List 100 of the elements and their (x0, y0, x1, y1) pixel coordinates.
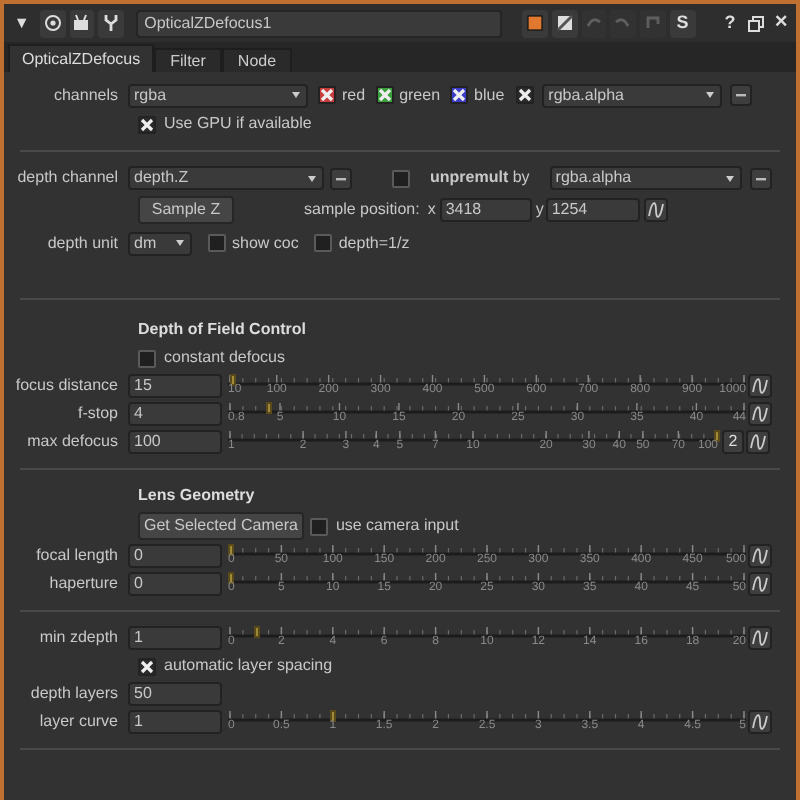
checkbox-label: red (342, 83, 366, 107)
field-label: depth channel (15, 166, 120, 190)
channel-dropdown[interactable]: rgba.alpha (542, 83, 723, 107)
animation-button[interactable] (643, 198, 668, 222)
checkbox[interactable] (450, 86, 469, 104)
channel-dropdown[interactable]: rgba.alpha (549, 166, 742, 190)
slider-handle[interactable] (266, 402, 273, 414)
cross-icon (377, 88, 392, 102)
number-field[interactable]: 0 (128, 572, 222, 596)
animation-button[interactable] (748, 544, 772, 568)
color-picker-button[interactable] (551, 9, 578, 37)
color-picker-icon (555, 14, 574, 32)
slider-handle[interactable] (228, 544, 234, 556)
number-field[interactable]: 15 (128, 374, 222, 398)
monitor-button[interactable] (69, 9, 95, 37)
field-label: focus distance (13, 374, 120, 398)
checkbox[interactable] (516, 86, 535, 104)
cross-icon (320, 88, 334, 102)
camera-button[interactable]: Get Selected Camera (138, 512, 304, 540)
sample-button[interactable]: Sample Z (138, 196, 234, 224)
field-label: x (427, 198, 436, 222)
animation-button[interactable] (746, 430, 770, 454)
checkbox[interactable] (314, 234, 333, 252)
link-button[interactable] (730, 84, 753, 106)
slider-handle[interactable] (330, 710, 337, 722)
number-field[interactable]: 3418 (439, 198, 532, 222)
collapse-toggle[interactable]: ▼ (8, 9, 36, 37)
animation-button[interactable] (748, 572, 772, 596)
close-button[interactable]: × (770, 9, 792, 37)
checkbox-label: blue (474, 83, 505, 107)
checkbox[interactable] (375, 86, 394, 104)
cross-icon (452, 88, 467, 102)
curve-icon (752, 630, 768, 646)
animation-button[interactable] (748, 710, 772, 734)
number-field[interactable]: 4 (128, 402, 222, 426)
caret-icon (308, 175, 316, 181)
checkbox-label: use camera input (335, 514, 459, 538)
animation-button[interactable] (748, 374, 772, 398)
view-count-field[interactable]: 2 (722, 430, 744, 454)
animation-button[interactable] (748, 402, 772, 426)
checkbox[interactable] (392, 169, 410, 187)
curve-icon (647, 202, 664, 218)
help-button[interactable]: ? (719, 9, 741, 37)
caret-icon (706, 92, 715, 98)
checkbox[interactable] (138, 115, 156, 133)
field-label: depth layers (28, 682, 120, 706)
tab[interactable]: Node (221, 48, 293, 72)
number-field[interactable]: 1 (128, 710, 222, 734)
field-label: f-stop (75, 402, 120, 426)
field-label: depth unit (45, 231, 120, 255)
revert-icon (644, 14, 663, 32)
checkbox[interactable] (208, 234, 226, 252)
field-label: layer curve (37, 710, 120, 734)
cross-icon (140, 117, 154, 131)
unit-dropdown[interactable]: dm (128, 231, 192, 255)
tab[interactable]: OpticalZDefocus (8, 44, 155, 72)
checkbox-label: constant defocus (164, 346, 285, 370)
monitor-icon (72, 14, 91, 32)
slider-handle[interactable] (714, 430, 720, 442)
number-field[interactable]: 50 (128, 682, 222, 706)
checkbox[interactable] (138, 657, 156, 675)
channels-dropdown[interactable]: rgba (128, 83, 308, 107)
checkbox-label: depth=1/z (338, 231, 410, 255)
caret-icon (725, 175, 734, 181)
field-label: min zdepth (37, 626, 120, 650)
caret-icon (176, 240, 184, 246)
redo-icon (614, 14, 633, 32)
viewer-button[interactable] (39, 9, 66, 37)
number-field[interactable]: 0 (128, 544, 222, 568)
tab[interactable]: Filter (154, 48, 222, 72)
dash-icon (755, 175, 766, 181)
checkbox[interactable] (309, 517, 328, 535)
checkbox-label: unpremult by (430, 166, 530, 190)
link-button[interactable] (749, 167, 772, 189)
undo-icon (584, 14, 603, 32)
s-button[interactable]: S (669, 9, 696, 37)
tile-color-icon (525, 14, 544, 32)
checkbox-label: green (399, 83, 441, 107)
slider-handle[interactable] (230, 374, 237, 386)
number-field[interactable]: 100 (128, 430, 222, 454)
animation-button[interactable] (748, 626, 772, 650)
link-button[interactable] (330, 167, 352, 189)
checkbox-label: show coc (232, 231, 299, 255)
checkbox-label: automatic layer spacing (164, 654, 333, 678)
checkbox[interactable] (138, 349, 156, 367)
slider-handle[interactable] (228, 572, 234, 584)
number-field[interactable]: 1254 (545, 198, 640, 222)
section-heading: Depth of Field Control (138, 318, 306, 342)
section-heading: Lens Geometry (138, 484, 255, 508)
dash-icon (736, 92, 747, 98)
node-name-field[interactable]: OpticalZDefocus1 (136, 9, 503, 37)
channel-dropdown[interactable]: depth.Z (128, 166, 324, 190)
tile-color-button[interactable] (522, 9, 548, 37)
field-label: focal length (34, 544, 120, 568)
slider-handle[interactable] (253, 626, 260, 638)
field-label: channels (51, 83, 120, 107)
number-field[interactable]: 1 (128, 626, 222, 650)
checkbox[interactable] (318, 86, 336, 104)
field-label: sample position: (304, 198, 420, 222)
checkbox-label: Use GPU if available (164, 112, 312, 136)
